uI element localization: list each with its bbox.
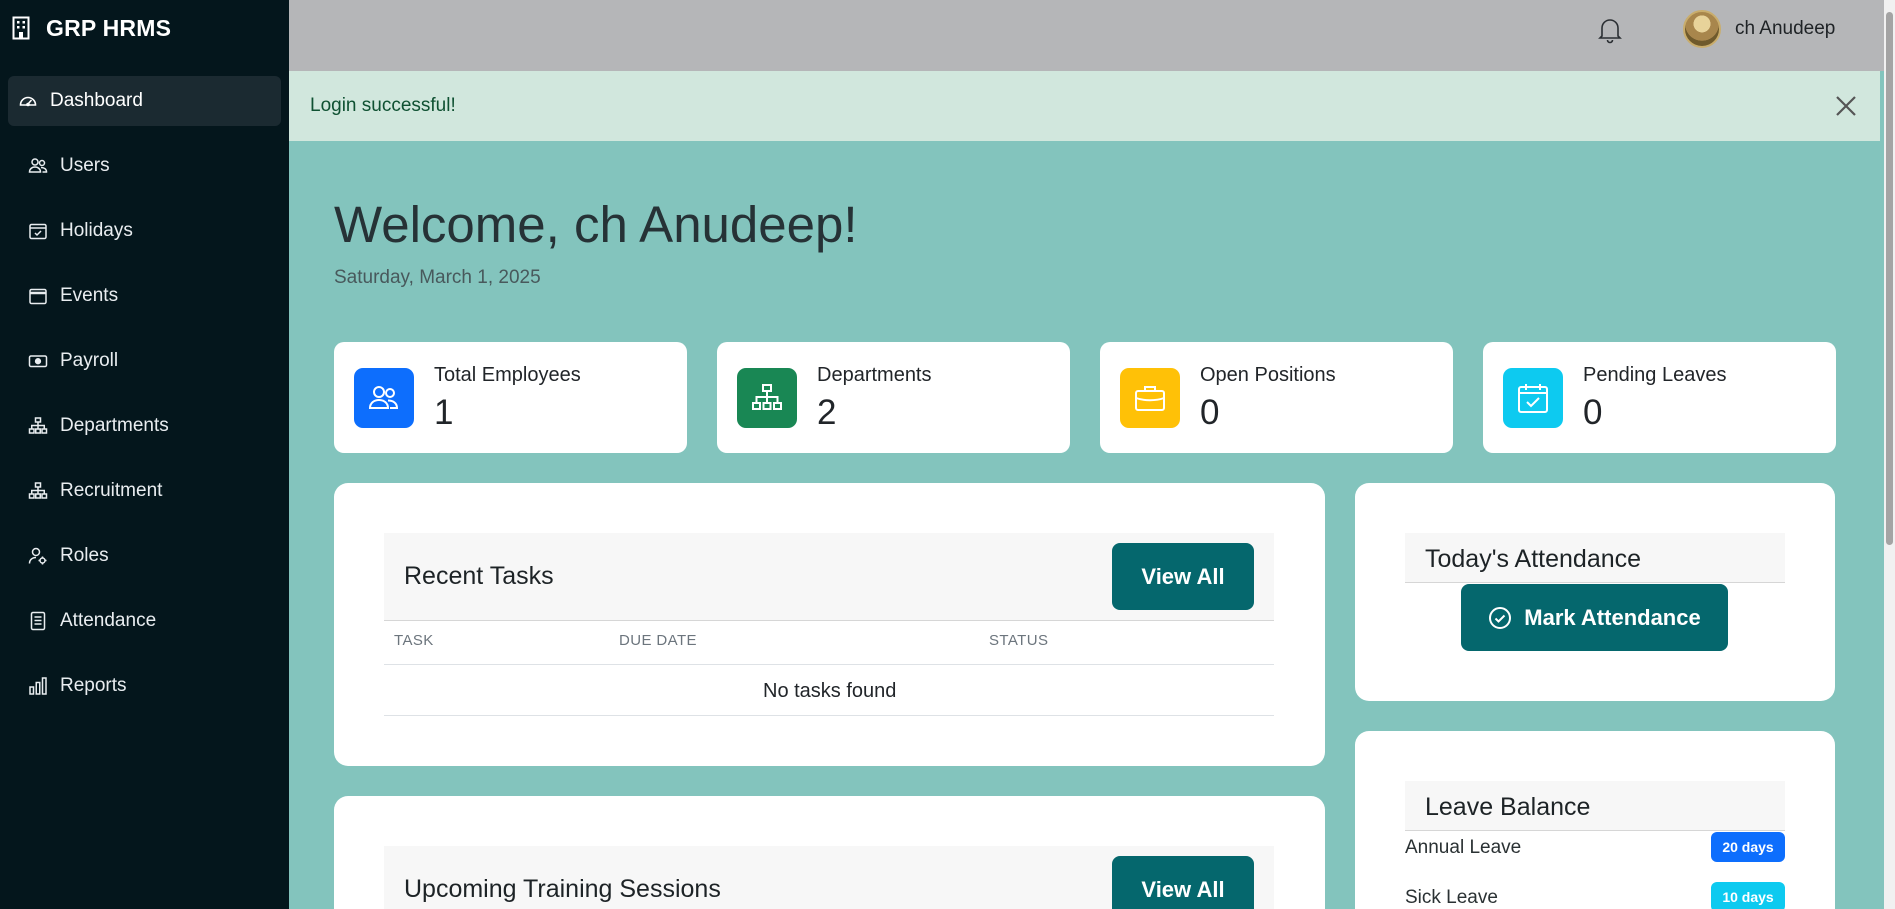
training-title: Upcoming Training Sessions [404, 875, 721, 903]
sidebar-item-events[interactable]: Events [8, 271, 281, 321]
leave-badge-annual: 20 days [1711, 832, 1785, 862]
stat-icon-box [1120, 368, 1180, 428]
sidebar-item-label: Reports [60, 675, 127, 696]
sidebar-item-label: Events [60, 285, 119, 306]
sidebar-item-label: Users [60, 155, 110, 176]
leave-badge-sick: 10 days [1711, 882, 1785, 909]
recent-tasks-card [334, 483, 1325, 766]
avatar[interactable] [1683, 10, 1721, 48]
sidebar-item-recruitment[interactable]: Recruitment [8, 466, 281, 516]
person-gear-icon [28, 547, 47, 565]
scrollbar-thumb[interactable] [1886, 12, 1893, 545]
bar-chart-icon [29, 677, 47, 695]
sidebar-item-label: Departments [60, 415, 169, 436]
leave-type-sick: Sick Leave [1405, 887, 1498, 908]
sidebar-item-holidays[interactable]: Holidays [8, 206, 281, 256]
stat-label: Total Employees [434, 364, 581, 386]
sidebar-item-label: Attendance [60, 610, 157, 631]
stat-icon-box [354, 368, 414, 428]
mark-attendance-label: Mark Attendance [1524, 604, 1701, 630]
calendar-check-icon [29, 223, 47, 240]
org-chart-icon [28, 417, 48, 434]
topbar: ch Anudeep [289, 0, 1884, 71]
stat-label: Departments [817, 364, 932, 386]
stat-icon-box [1503, 368, 1563, 428]
leave-type-annual: Annual Leave [1405, 837, 1522, 858]
empty-tasks-message: No tasks found [763, 680, 897, 702]
sidebar-nav: Dashboard Users Holidays Events Payroll … [0, 76, 289, 711]
stat-label: Pending Leaves [1583, 364, 1727, 386]
alert-message: Login successful! [310, 95, 456, 116]
sidebar-item-departments[interactable]: Departments [8, 401, 281, 451]
column-header-due-date: DUE DATE [619, 632, 697, 649]
column-header-status: STATUS [989, 632, 1049, 649]
stat-value: 0 [1200, 393, 1220, 432]
view-all-training-button[interactable]: View All [1112, 856, 1254, 909]
sidebar-item-roles[interactable]: Roles [8, 531, 281, 581]
page-title: Welcome, ch Anudeep! [334, 196, 858, 253]
success-alert: Login successful! [289, 71, 1880, 141]
sidebar-item-payroll[interactable]: Payroll [8, 336, 281, 386]
stat-value: 0 [1583, 393, 1603, 432]
attendance-title: Today's Attendance [1425, 545, 1642, 573]
sidebar-item-label: Payroll [60, 350, 119, 371]
stat-value: 2 [817, 393, 837, 432]
column-header-task: TASK [394, 632, 434, 649]
brand-name: GRP HRMS [46, 14, 172, 41]
view-all-tasks-button[interactable]: View All [1112, 543, 1254, 610]
bell-icon[interactable] [1597, 16, 1623, 44]
stat-label: Open Positions [1200, 364, 1336, 386]
calendar-icon [29, 288, 47, 305]
sidebar-item-label: Recruitment [60, 480, 163, 501]
briefcase-icon [1135, 386, 1165, 411]
sidebar-item-label: Holidays [60, 220, 133, 241]
sidebar-item-users[interactable]: Users [8, 141, 281, 191]
stat-card-open-positions: Open Positions 0 [1100, 342, 1453, 453]
stat-value: 1 [434, 393, 454, 432]
stat-card-total-employees: Total Employees 1 [334, 342, 687, 453]
people-icon [28, 158, 48, 173]
sidebar-item-dashboard[interactable]: Dashboard [8, 76, 281, 126]
stat-icon-box [737, 368, 797, 428]
table-divider [384, 715, 1274, 716]
org-chart-icon [28, 482, 48, 499]
building-icon [12, 16, 30, 40]
user-name[interactable]: ch Anudeep [1735, 18, 1835, 40]
check-circle-icon [1489, 606, 1512, 629]
document-icon [30, 611, 46, 631]
sidebar: GRP HRMS Dashboard Users Holidays Events… [0, 0, 289, 909]
brand[interactable]: GRP HRMS [0, 0, 289, 56]
calendar-check-icon [1518, 384, 1548, 413]
recent-tasks-title: Recent Tasks [404, 562, 554, 590]
leave-balance-title: Leave Balance [1425, 793, 1591, 821]
org-chart-icon [752, 384, 782, 410]
mark-attendance-button[interactable]: Mark Attendance [1461, 584, 1728, 651]
stat-card-pending-leaves: Pending Leaves 0 [1483, 342, 1836, 453]
sidebar-item-attendance[interactable]: Attendance [8, 596, 281, 646]
table-divider [384, 664, 1274, 665]
stat-card-departments: Departments 2 [717, 342, 1070, 453]
people-icon [368, 386, 399, 409]
current-date: Saturday, March 1, 2025 [334, 267, 541, 288]
gauge-icon [19, 96, 37, 107]
sidebar-item-reports[interactable]: Reports [8, 661, 281, 711]
cash-icon [28, 355, 48, 368]
sidebar-item-label: Dashboard [50, 90, 143, 111]
page-scrollbar[interactable] [1884, 0, 1895, 909]
sidebar-item-label: Roles [60, 545, 109, 566]
close-icon[interactable] [1834, 94, 1858, 118]
